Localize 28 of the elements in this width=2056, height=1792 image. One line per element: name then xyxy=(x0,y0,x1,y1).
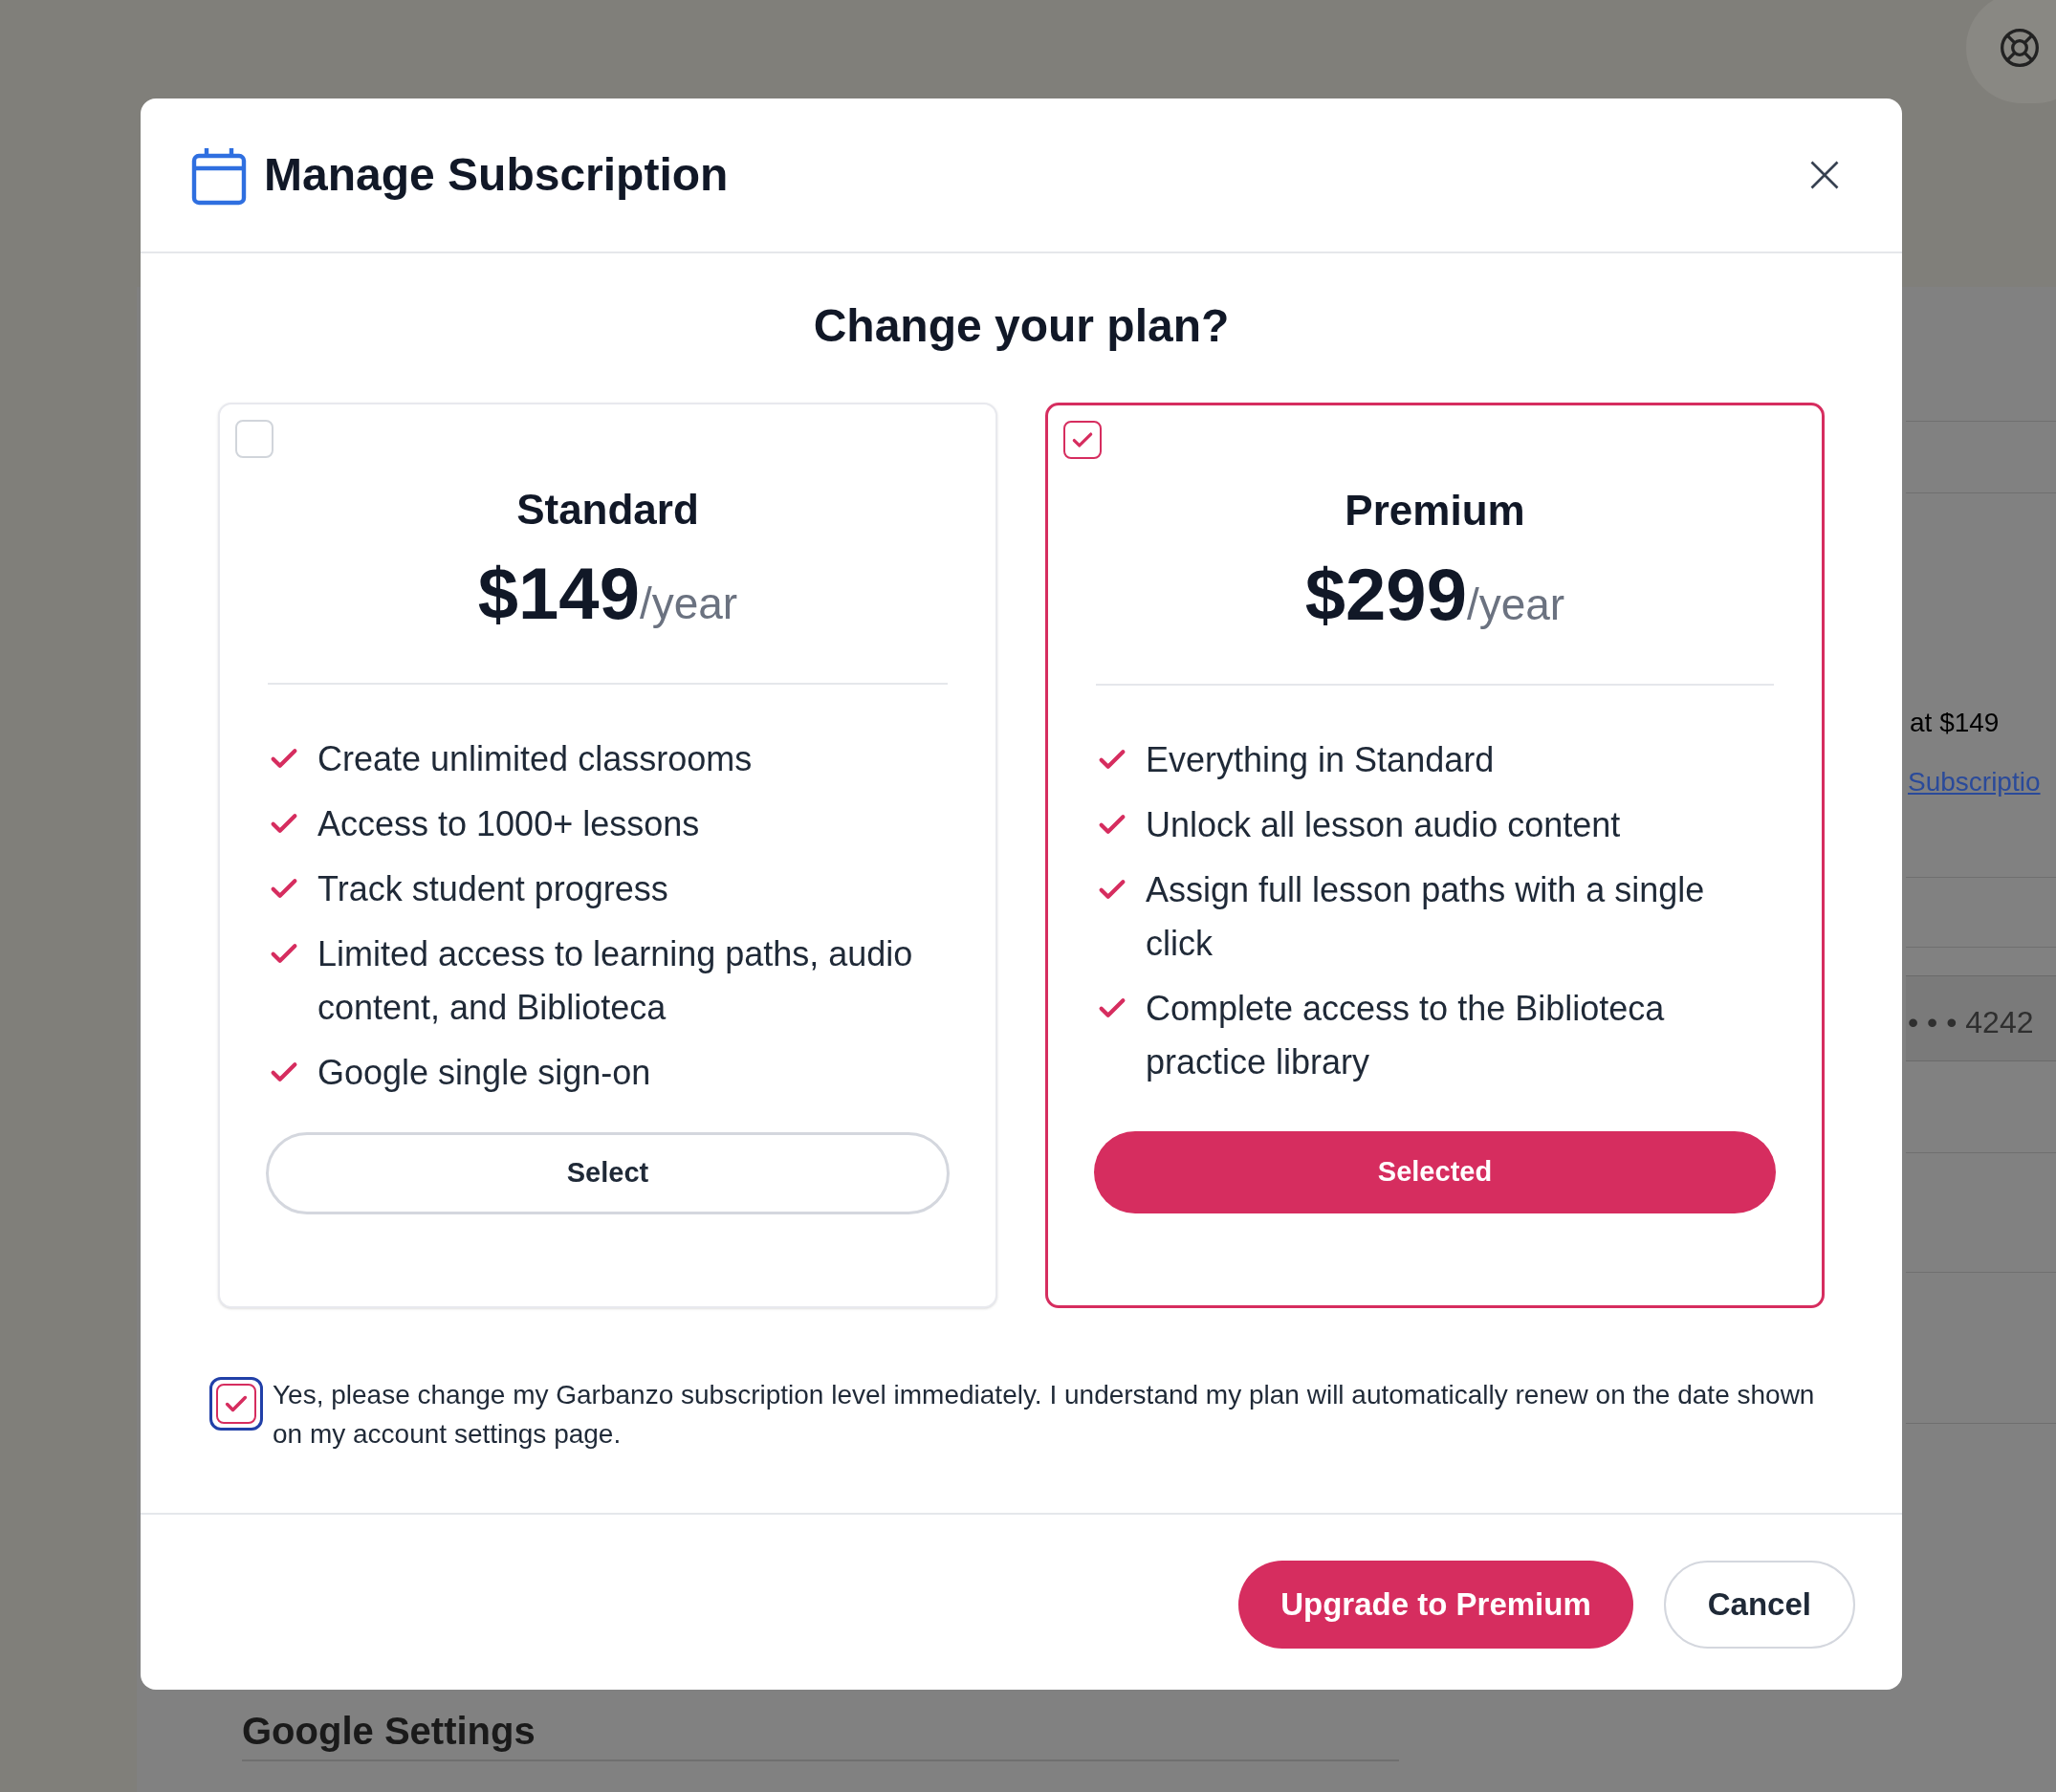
feature-text: Google single sign-on xyxy=(317,1052,651,1094)
card-number: • • • 4242 xyxy=(1908,1004,2034,1041)
selected-button[interactable]: Selected xyxy=(1094,1131,1776,1213)
lifebuoy-icon xyxy=(1999,27,2041,69)
upgrade-button[interactable]: Upgrade to Premium xyxy=(1238,1561,1633,1649)
plan-name: Standard xyxy=(516,489,699,531)
section-title: Google Settings xyxy=(242,1709,536,1754)
dialog-title: Manage Subscription xyxy=(264,148,729,202)
dialog-heading: Change your plan? xyxy=(812,303,1231,349)
price-note: at $149 xyxy=(1910,707,2000,739)
feature-text: Unlock all lesson audio content xyxy=(1146,804,1621,846)
feature-text: Track student progress xyxy=(317,868,668,910)
feature-text: Access to 1000+ lessons xyxy=(317,803,700,845)
plan-checkbox[interactable] xyxy=(1063,421,1102,459)
confirm-checkbox[interactable] xyxy=(209,1377,263,1431)
plan-name: Premium xyxy=(1345,490,1525,532)
feature-text: Complete access to the Biblioteca practice library xyxy=(1146,988,1666,1083)
plan-price: $149 xyxy=(477,557,640,630)
feature-text: Assign full lesson paths with a single click xyxy=(1146,869,1706,965)
cancel-button[interactable]: Cancel xyxy=(1663,1561,1855,1649)
plan-price: $299 xyxy=(1304,558,1467,631)
plan-card[interactable]: Standard $149/year Create unlimited classrooms Access to 1000+ lessons Track student progress Limited access to learning paths, audio content, and Biblioteca Google single sign-on Select xyxy=(218,403,997,1308)
feature-text: Everything in Standard xyxy=(1146,739,1495,781)
confirm-text: Yes, please change my Garbanzo subscription level immediately. I understand my plan will automatically renew on the date shown on my account settings page. xyxy=(273,1379,1816,1451)
select-button[interactable]: Select xyxy=(266,1132,950,1214)
plan-card[interactable]: Premium $299/year Everything in Standard Unlock all lesson audio content Assign full lesson paths with a single click Complete access to the Biblioteca practice library Selected xyxy=(1045,403,1825,1308)
feature-text: Limited access to learning paths, audio content, and Biblioteca xyxy=(317,933,914,1029)
feature-text: Create unlimited classrooms xyxy=(317,738,753,780)
